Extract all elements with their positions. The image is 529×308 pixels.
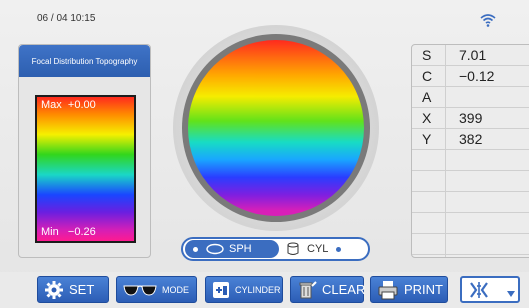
row-value: −0.12 — [459, 68, 495, 84]
tab-sph[interactable]: SPH — [185, 240, 279, 258]
lens-icon — [206, 243, 224, 255]
clear-button[interactable]: CLEAR — [290, 276, 366, 303]
topography-ring — [182, 34, 370, 222]
row-value: 7.01 — [459, 47, 487, 63]
table-row — [412, 213, 529, 234]
print-button[interactable]: PRINT — [370, 276, 448, 303]
legend-max-label: Max — [41, 99, 62, 111]
gear-icon — [44, 280, 64, 300]
legend-max: Max +0.00 — [41, 99, 96, 111]
legend-min-label: Min — [41, 226, 59, 238]
legend-panel: Focal Distribution Topography Max +0.00 … — [18, 44, 151, 258]
topography-display — [173, 25, 379, 231]
row-label: X — [422, 110, 432, 126]
glasses-icon — [123, 283, 157, 297]
wifi-icon — [480, 14, 496, 27]
row-label: C — [422, 68, 433, 84]
add-cylinder-icon — [212, 281, 230, 299]
printer-icon — [377, 280, 399, 300]
row-label: A — [422, 89, 432, 105]
table-row — [412, 171, 529, 192]
row-value: 382 — [459, 131, 483, 147]
legend-max-value: +0.00 — [67, 99, 96, 111]
table-row: Y 382 — [412, 129, 529, 150]
topography-map — [188, 40, 364, 216]
cylinder-label: CYLINDER — [235, 284, 281, 295]
panel-title: Focal Distribution Topography — [19, 45, 150, 77]
datetime: 06 / 04 10:15 — [37, 13, 96, 24]
dot-icon — [193, 246, 198, 252]
legend-min-value: −0.26 — [67, 226, 96, 238]
sph-label: SPH — [229, 243, 252, 255]
row-label: S — [422, 47, 432, 63]
table-row — [412, 192, 529, 213]
tab-cyl[interactable]: CYL — [283, 240, 366, 258]
print-label: PRINT — [404, 282, 443, 297]
mode-button[interactable]: MODE — [116, 276, 197, 303]
app-screen: 06 / 04 10:15 Focal Distribution Topogra… — [0, 0, 529, 308]
sph-cyl-toggle[interactable]: SPH CYL — [181, 237, 370, 261]
mode-label: MODE — [162, 284, 189, 295]
set-label: SET — [69, 282, 95, 297]
legend-min: Min −0.26 — [41, 226, 96, 238]
set-button[interactable]: SET — [37, 276, 109, 303]
measurement-table: S 7.01 C −0.12 A X 399 Y 382 — [411, 44, 529, 258]
cylinder-icon — [287, 242, 299, 255]
row-value: 399 — [459, 110, 483, 126]
dot-icon — [336, 246, 342, 252]
scan-dropdown[interactable] — [460, 276, 520, 303]
table-row: X 399 — [412, 108, 529, 129]
chevron-down-icon — [507, 291, 515, 297]
table-row — [412, 234, 529, 255]
scan-icon — [470, 282, 488, 298]
row-label: Y — [422, 131, 432, 147]
bottom-toolbar: SET MODE CYLINDER CLEAR PRINT — [0, 272, 529, 308]
table-row: A — [412, 87, 529, 108]
table-row: C −0.12 — [412, 66, 529, 87]
trash-icon — [297, 280, 317, 300]
cyl-label: CYL — [307, 243, 329, 255]
table-row — [412, 150, 529, 171]
clear-label: CLEAR — [322, 282, 366, 297]
cylinder-button[interactable]: CYLINDER — [205, 276, 283, 303]
color-scale-legend: Max +0.00 Min −0.26 — [35, 95, 136, 243]
table-row: S 7.01 — [412, 45, 529, 66]
